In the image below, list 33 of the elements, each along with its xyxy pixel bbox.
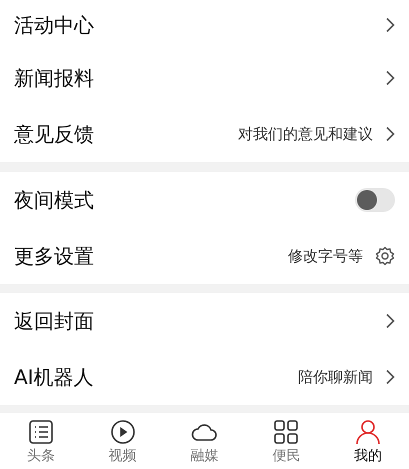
settings-row[interactable]: 新闻报料: [0, 50, 409, 106]
tab[interactable]: 便民: [256, 418, 316, 464]
row-label: 夜间模式: [14, 186, 94, 214]
play-icon: [108, 418, 137, 446]
row-hint: 陪你聊新闻: [298, 368, 373, 386]
tab[interactable]: 我的: [338, 418, 398, 464]
settings-row[interactable]: 意见反馈 对我们的意见和建议: [0, 106, 409, 162]
row-label: 更多设置: [14, 242, 94, 270]
chevron-icon: [385, 369, 395, 385]
toggle-switch[interactable]: [355, 188, 395, 212]
settings-row[interactable]: AI机器人 陪你聊新闻: [0, 349, 409, 405]
tab[interactable]: 视频: [92, 418, 153, 464]
grid-icon: [272, 418, 300, 446]
row-hint: 对我们的意见和建议: [238, 124, 373, 144]
settings-row[interactable]: 活动中心: [0, 0, 409, 50]
chevron-icon: [385, 313, 395, 329]
chevron-icon: [385, 126, 395, 142]
settings-row[interactable]: 返回封面: [0, 293, 409, 349]
chevron-icon: [385, 70, 395, 86]
settings-icon: [375, 246, 395, 266]
tab[interactable]: 头条: [10, 418, 71, 464]
row-label: 新闻报料: [14, 64, 94, 92]
row-label: 返回封面: [14, 308, 94, 334]
tab[interactable]: 融媒: [174, 418, 234, 464]
list-icon: [26, 418, 55, 446]
row-label: 活动中心: [14, 12, 94, 38]
settings-row[interactable]: 夜间模式: [0, 172, 409, 228]
row-label: 意见反馈: [14, 120, 94, 148]
row-label: AI机器人: [14, 364, 94, 390]
chevron-icon: [385, 17, 395, 33]
row-hint: 修改字号等: [288, 246, 363, 266]
person-icon: [354, 418, 382, 446]
settings-row[interactable]: 更多设置 修改字号等: [0, 228, 409, 284]
